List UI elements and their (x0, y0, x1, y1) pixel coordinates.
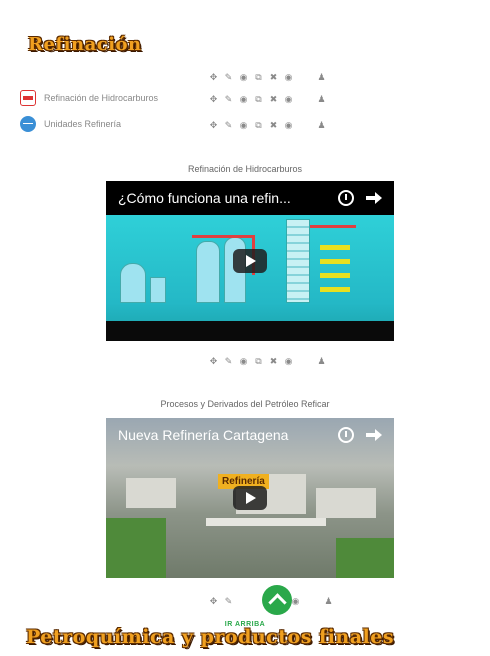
file-row-refinacion[interactable]: Refinación de Hidrocarburos (20, 90, 158, 106)
file-link[interactable]: Unidades Refinería (44, 119, 121, 129)
edit-icon[interactable]: ✎ (224, 596, 233, 607)
video-player-2[interactable]: Refinería Nueva Refinería Cartagena (106, 418, 394, 578)
move-icon[interactable]: ✥ (209, 94, 218, 105)
video-edit-toolbar: ✥ ✎ ◉ ⧉ ✖ ◉ ♟ (209, 356, 326, 367)
delete-icon[interactable]: ✖ (269, 94, 278, 105)
delete-icon[interactable]: ✖ (269, 120, 278, 131)
edit-icon[interactable]: ✎ (224, 120, 233, 131)
user-icon[interactable]: ♟ (317, 94, 326, 105)
visibility-icon[interactable]: ◉ (239, 72, 248, 83)
delete-icon[interactable]: ✖ (269, 356, 278, 367)
video-caption: Procesos y Derivados del Petróleo Refica… (160, 399, 330, 409)
section-edit-toolbar: ✥ ✎ ◉ ⧉ ✖ ◉ ♟ (209, 72, 326, 83)
watch-later-icon[interactable] (338, 427, 354, 443)
watch-later-icon[interactable] (338, 190, 354, 206)
back-to-top-button[interactable] (262, 585, 292, 615)
duplicate-icon[interactable]: ⧉ (254, 120, 263, 131)
video-title[interactable]: ¿Cómo funciona una refin... (118, 190, 326, 206)
file-row-unidades[interactable]: Unidades Refinería (20, 116, 121, 132)
hide-icon[interactable]: ◉ (284, 356, 293, 367)
share-icon[interactable] (366, 427, 382, 443)
user-icon[interactable]: ♟ (317, 72, 326, 83)
play-button[interactable] (233, 249, 267, 273)
move-icon[interactable]: ✥ (209, 72, 218, 83)
share-icon[interactable] (366, 190, 382, 206)
play-button[interactable] (233, 486, 267, 510)
hide-icon[interactable]: ◉ (284, 120, 293, 131)
file-edit-toolbar: ✥ ✎ ◉ ⧉ ✖ ◉ ♟ (209, 120, 326, 131)
visibility-icon[interactable]: ◉ (239, 120, 248, 131)
duplicate-icon[interactable]: ⧉ (254, 94, 263, 105)
video-title-bar: ¿Cómo funciona una refin... (106, 181, 394, 215)
visibility-icon[interactable]: ◉ (239, 356, 248, 367)
move-icon[interactable]: ✥ (209, 596, 218, 607)
video-title-bar: Nueva Refinería Cartagena (106, 418, 394, 452)
user-icon[interactable]: ♟ (324, 596, 333, 607)
user-icon[interactable]: ♟ (317, 120, 326, 131)
file-link[interactable]: Refinación de Hidrocarburos (44, 93, 158, 103)
hide-icon[interactable]: ◉ (291, 596, 300, 607)
file-edit-toolbar: ✥ ✎ ◉ ⧉ ✖ ◉ ♟ (209, 94, 326, 105)
duplicate-icon[interactable]: ⧉ (254, 72, 263, 83)
web-link-icon (20, 116, 36, 132)
section-title-petroquimica: Petroquímica y productos finales (26, 626, 395, 648)
video-player-1[interactable]: ¿Cómo funciona una refin... (106, 181, 394, 341)
hide-icon[interactable]: ◉ (284, 94, 293, 105)
edit-icon[interactable]: ✎ (224, 356, 233, 367)
move-icon[interactable]: ✥ (209, 120, 218, 131)
move-icon[interactable]: ✥ (209, 356, 218, 367)
edit-icon[interactable]: ✎ (224, 94, 233, 105)
edit-icon[interactable]: ✎ (224, 72, 233, 83)
hide-icon[interactable]: ◉ (284, 72, 293, 83)
duplicate-icon[interactable]: ⧉ (254, 356, 263, 367)
video-thumbnail (106, 215, 394, 341)
section-title-refinacion: Refinación (28, 34, 142, 55)
visibility-icon[interactable]: ◉ (239, 94, 248, 105)
delete-icon[interactable]: ✖ (269, 72, 278, 83)
video-title[interactable]: Nueva Refinería Cartagena (118, 427, 326, 443)
pdf-file-icon (20, 90, 36, 106)
user-icon[interactable]: ♟ (317, 356, 326, 367)
video-caption: Refinación de Hidrocarburos (187, 164, 303, 174)
